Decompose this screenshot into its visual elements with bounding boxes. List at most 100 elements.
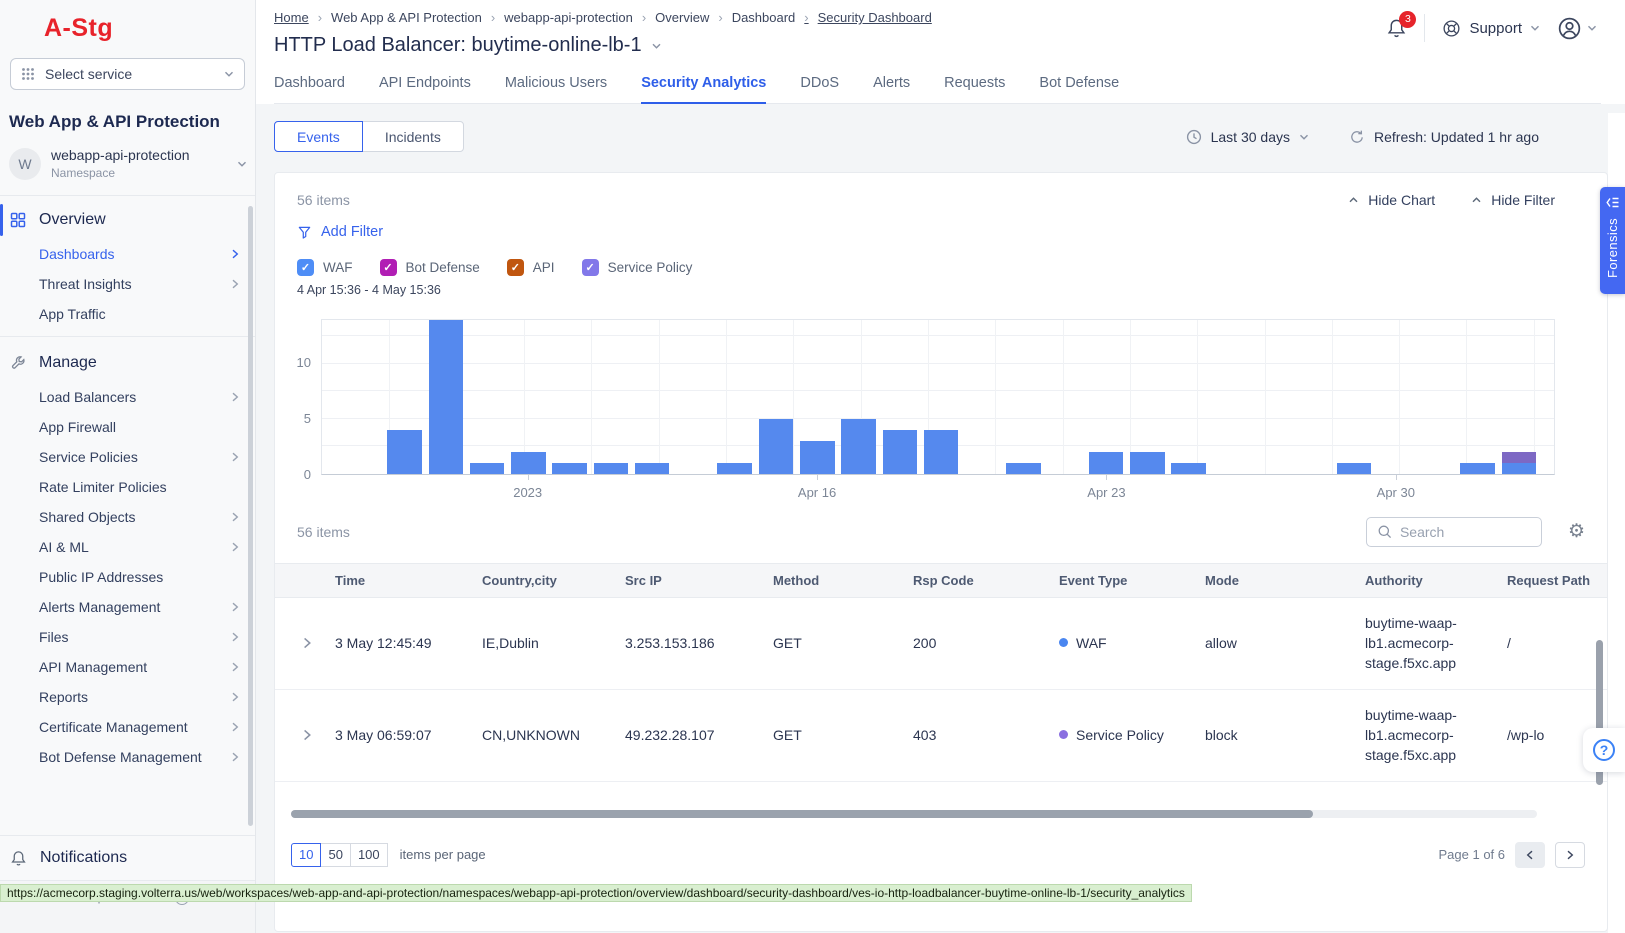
- page-size-50[interactable]: 50: [320, 843, 350, 867]
- chevron-down-icon[interactable]: [651, 42, 662, 50]
- breadcrumb-home[interactable]: Home: [274, 10, 309, 25]
- column-header-request-path[interactable]: Request Path: [1507, 564, 1595, 597]
- tab-bot-defense[interactable]: Bot Defense: [1039, 75, 1119, 103]
- chart-bar-events[interactable]: [883, 430, 917, 474]
- column-header-time[interactable]: Time: [335, 564, 482, 597]
- sidebar-item-rate-limiter-policies[interactable]: Rate Limiter Policies: [0, 472, 255, 502]
- add-filter-button[interactable]: Add Filter: [297, 224, 383, 240]
- support-menu[interactable]: Support: [1442, 19, 1540, 38]
- select-service-dropdown[interactable]: Select service: [10, 58, 245, 90]
- sidebar-item-notifications[interactable]: Notifications: [0, 835, 255, 881]
- page-size-100[interactable]: 100: [350, 843, 388, 867]
- sidebar-scrollbar[interactable]: [248, 206, 253, 826]
- filter-checkbox-bot-defense[interactable]: Bot Defense: [380, 259, 480, 276]
- incidents-toggle-button[interactable]: Incidents: [362, 121, 464, 152]
- hide-chart-link[interactable]: Hide Chart: [1348, 192, 1435, 208]
- filter-checkbox-waf[interactable]: WAF: [297, 259, 353, 276]
- sidebar-item-service-policies[interactable]: Service Policies: [0, 442, 255, 472]
- chart-bar-events[interactable]: [1171, 463, 1205, 474]
- tab-dashboard[interactable]: Dashboard: [274, 75, 345, 103]
- row-expander-icon[interactable]: [291, 637, 335, 649]
- tab-api-endpoints[interactable]: API Endpoints: [379, 75, 471, 103]
- sidebar-item-bot-defense-management[interactable]: Bot Defense Management: [0, 742, 255, 772]
- tab-security-analytics[interactable]: Security Analytics: [641, 75, 766, 104]
- sidebar-item-app-traffic[interactable]: App Traffic: [0, 299, 255, 329]
- sidebar-item-api-management[interactable]: API Management: [0, 652, 255, 682]
- chart-bar-events[interactable]: [924, 430, 958, 474]
- sidebar-item-app-firewall[interactable]: App Firewall: [0, 412, 255, 442]
- chart-bar-events[interactable]: [1502, 463, 1536, 474]
- forensics-panel-tab[interactable]: Forensics: [1600, 187, 1625, 294]
- column-header-mode[interactable]: Mode: [1205, 564, 1365, 597]
- sidebar-section-manage[interactable]: Manage: [0, 344, 255, 382]
- chart-bar-events[interactable]: [841, 419, 875, 474]
- sidebar-item-reports[interactable]: Reports: [0, 682, 255, 712]
- chart-bar-events[interactable]: [470, 463, 504, 474]
- chart-bar-events[interactable]: [1460, 463, 1494, 474]
- chart-bar-events[interactable]: [1089, 452, 1123, 474]
- account-menu[interactable]: [1557, 16, 1597, 41]
- breadcrumb-current[interactable]: Security Dashboard: [804, 10, 932, 25]
- chevron-right-icon: [231, 452, 239, 462]
- sidebar-item-load-balancers[interactable]: Load Balancers: [0, 382, 255, 412]
- row-expander-icon[interactable]: [291, 729, 335, 741]
- column-header-rsp-code[interactable]: Rsp Code: [913, 564, 1059, 597]
- page-size-10[interactable]: 10: [291, 843, 321, 867]
- column-header-authority[interactable]: Authority: [1365, 564, 1507, 597]
- filter-checkbox-service-policy[interactable]: Service Policy: [582, 259, 693, 276]
- chart-bar-events[interactable]: [1130, 452, 1164, 474]
- chart-bar-events[interactable]: [387, 430, 421, 474]
- workspace-title: Web App & API Protection: [9, 112, 255, 132]
- help-button[interactable]: ?: [1583, 728, 1625, 772]
- breadcrumb-item[interactable]: Web App & API Protection: [318, 10, 482, 25]
- sidebar-item-dashboards[interactable]: Dashboards: [0, 239, 255, 269]
- tab-ddos[interactable]: DDoS: [800, 75, 839, 103]
- tab-requests[interactable]: Requests: [944, 75, 1005, 103]
- sidebar-item-shared-objects[interactable]: Shared Objects: [0, 502, 255, 532]
- next-page-button[interactable]: [1555, 842, 1585, 868]
- tab-alerts[interactable]: Alerts: [873, 75, 910, 103]
- sidebar-item-alerts-management[interactable]: Alerts Management: [0, 592, 255, 622]
- filter-checkbox-api[interactable]: API: [507, 259, 555, 276]
- table-row[interactable]: 3 May 12:45:49 IE,Dublin 3.253.153.186 G…: [275, 598, 1607, 690]
- scrollbar-thumb[interactable]: [291, 810, 1313, 818]
- gear-icon[interactable]: ⚙: [1568, 522, 1585, 541]
- breadcrumb-item[interactable]: Overview: [642, 10, 710, 25]
- checkbox-checked-icon: [582, 259, 599, 276]
- chart-bar-service-policy[interactable]: [1502, 452, 1536, 463]
- sidebar-section-overview[interactable]: Overview: [0, 201, 255, 239]
- chart-bar-events[interactable]: [429, 320, 463, 474]
- sidebar-item-public-ip-addresses[interactable]: Public IP Addresses: [0, 562, 255, 592]
- search-input[interactable]: [1400, 524, 1531, 540]
- sidebar-item-files[interactable]: Files: [0, 622, 255, 652]
- time-range-dropdown[interactable]: Last 30 days: [1186, 129, 1309, 145]
- chart-bar-events[interactable]: [759, 419, 793, 474]
- divider: [0, 336, 255, 337]
- table-row[interactable]: 3 May 06:59:07 CN,UNKNOWN 49.232.28.107 …: [275, 690, 1607, 782]
- column-header-country-city[interactable]: Country,city: [482, 564, 625, 597]
- sidebar-item-certificate-management[interactable]: Certificate Management: [0, 712, 255, 742]
- chart-bar-events[interactable]: [1337, 463, 1371, 474]
- chart-bar-events[interactable]: [594, 463, 628, 474]
- chart-bar-events[interactable]: [717, 463, 751, 474]
- chevron-right-icon: [231, 279, 239, 289]
- hide-filter-link[interactable]: Hide Filter: [1471, 192, 1555, 208]
- chart-bar-events[interactable]: [635, 463, 669, 474]
- column-header-event-type[interactable]: Event Type: [1059, 564, 1205, 597]
- events-toggle-button[interactable]: Events: [274, 121, 363, 152]
- column-header-src-ip[interactable]: Src IP: [625, 564, 773, 597]
- chart-bar-events[interactable]: [511, 452, 545, 474]
- breadcrumb-item[interactable]: Dashboard: [718, 10, 795, 25]
- column-header-method[interactable]: Method: [773, 564, 913, 597]
- chart-bar-events[interactable]: [1006, 463, 1040, 474]
- breadcrumb-item[interactable]: webapp-api-protection: [491, 10, 633, 25]
- sidebar-item-threat-insights[interactable]: Threat Insights: [0, 269, 255, 299]
- tab-malicious-users[interactable]: Malicious Users: [505, 75, 607, 103]
- chart-bar-events[interactable]: [800, 441, 834, 474]
- namespace-selector[interactable]: W webapp-api-protection Namespace: [9, 147, 247, 180]
- sidebar-item-ai-ml[interactable]: AI & ML: [0, 532, 255, 562]
- notifications-bell-button[interactable]: 3: [1386, 18, 1407, 39]
- chart-bar-events[interactable]: [552, 463, 586, 474]
- refresh-button[interactable]: Refresh: Updated 1 hr ago: [1349, 129, 1539, 145]
- previous-page-button[interactable]: [1515, 842, 1545, 868]
